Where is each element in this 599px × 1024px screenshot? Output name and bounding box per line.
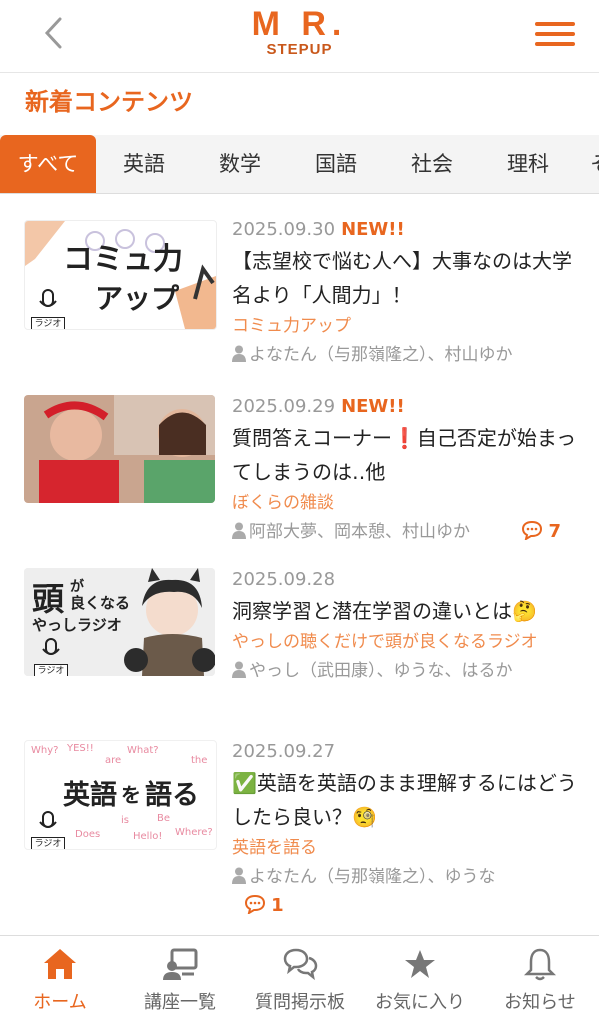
- person-icon: [232, 661, 246, 678]
- radio-badge: ラジオ: [31, 811, 65, 849]
- nav-label: 講座一覧: [144, 992, 216, 1013]
- bottom-navigation: ホーム 講座一覧 質問掲示板 お気に入り お知らせ: [0, 935, 599, 1024]
- thumbnail-word: Be: [157, 813, 171, 824]
- tab-other[interactable]: そ: [576, 135, 599, 193]
- content-list-item[interactable]: 2025.09.29 NEW!! 質問答えコーナー❗自己否定が始まってしまうのは‥…: [0, 395, 599, 555]
- content-info: 2025.09.28 洞察学習と潜在学習の違いとは🤔 やっしの聴くだけで頭が良く…: [232, 568, 577, 686]
- thumbnail-text: を: [121, 783, 141, 807]
- content-info: 2025.09.27 ✅英語を英語のまま理解するにはどうしたら良い？🧐 英語を語…: [232, 740, 577, 916]
- thumbnail-word: Why?: [31, 745, 59, 756]
- new-badge: NEW!!: [341, 219, 405, 240]
- thumbnail-word: Where?: [175, 827, 213, 838]
- nav-home[interactable]: ホーム: [0, 936, 120, 1024]
- radio-badge: ラジオ: [34, 638, 68, 676]
- nav-lecture-list[interactable]: 講座一覧: [120, 936, 240, 1024]
- tab-math[interactable]: 数学: [192, 135, 288, 193]
- content-category[interactable]: ぼくらの雑談: [232, 489, 577, 517]
- content-title[interactable]: 【志望校で悩む人へ】大事なのは大学名より「人間力」！: [232, 244, 577, 312]
- content-list-item[interactable]: Why? YES!! are What? the 英語 を 語る Does is…: [0, 740, 599, 916]
- content-title[interactable]: 質問答えコーナー❗自己否定が始まってしまうのは‥他: [232, 421, 577, 489]
- microphone-icon: [39, 289, 57, 307]
- person-icon: [232, 345, 246, 362]
- category-tabs: すべて 英語 数学 国語 社会 理科 そ: [0, 135, 599, 194]
- tab-english[interactable]: 英語: [96, 135, 192, 193]
- home-icon: [44, 949, 76, 979]
- content-thumbnail: コミュ力 アップ ラジオ: [24, 220, 217, 330]
- bell-icon: [523, 948, 557, 981]
- content-thumbnail: Why? YES!! are What? the 英語 を 語る Does is…: [24, 740, 217, 850]
- content-thumbnail: 頭 が 良くなる やっしラジオ ラジオ: [24, 568, 215, 676]
- content-category[interactable]: コミュ力アップ: [232, 312, 577, 340]
- nav-label: ホーム: [33, 992, 87, 1013]
- thumbnail-word: is: [121, 815, 129, 826]
- nav-favorites[interactable]: お気に入り: [360, 936, 480, 1024]
- comment-count[interactable]: 7: [521, 517, 561, 547]
- content-list-item[interactable]: 頭 が 良くなる やっしラジオ ラジオ 2025.09.28 洞察学習と潜在学習…: [0, 568, 599, 728]
- comment-count[interactable]: 1: [232, 894, 577, 916]
- thumbnail-text: 良くなる: [70, 594, 131, 612]
- microphone-icon: [39, 811, 57, 828]
- content-date: 2025.09.28: [232, 569, 336, 590]
- comment-icon: [244, 894, 266, 916]
- thumbnail-subtitle: やっしラジオ: [32, 616, 122, 634]
- hamburger-menu-button[interactable]: [535, 14, 575, 54]
- tab-science[interactable]: 理科: [480, 135, 576, 193]
- content-date: 2025.09.30 NEW!!: [232, 219, 405, 240]
- thumbnail-title: コミュ力: [63, 242, 183, 277]
- menu-bar: [535, 22, 575, 26]
- content-authors: よなたん（与那嶺隆之）、ゆうな: [232, 862, 577, 892]
- photo-thumbnail-art: [24, 395, 215, 503]
- thumbnail-word: are: [105, 755, 122, 766]
- content-authors: 阿部大夢、岡本憩、村山ゆか 7: [232, 517, 577, 547]
- person-icon: [232, 867, 246, 884]
- content-category[interactable]: 英語を語る: [232, 834, 577, 862]
- content-date: 2025.09.27: [232, 741, 336, 762]
- thumbnail-word: YES!!: [67, 743, 94, 754]
- app-logo[interactable]: M R. STEPUP: [0, 6, 599, 58]
- thumbnail-word: Does: [75, 829, 101, 840]
- person-icon: [232, 522, 246, 539]
- app-header: M R. STEPUP: [0, 0, 599, 73]
- nav-label: お知らせ: [504, 992, 576, 1013]
- thumbnail-word: Hello!: [133, 831, 163, 842]
- nav-notifications[interactable]: お知らせ: [480, 936, 599, 1024]
- content-thumbnail: [24, 395, 215, 503]
- thumbnail-word: the: [191, 755, 208, 766]
- menu-bar: [535, 32, 575, 36]
- thumbnail-title: 英語: [63, 780, 117, 811]
- menu-bar: [535, 42, 575, 46]
- thumbnail-subtitle: アップ: [95, 282, 180, 315]
- lecture-list-icon: [163, 948, 198, 980]
- question-board-icon: [283, 948, 318, 981]
- nav-question-board[interactable]: 質問掲示板: [240, 936, 360, 1024]
- content-authors: やっし（武田康）、ゆうな、はるか: [232, 656, 577, 686]
- nav-label: 質問掲示板: [255, 992, 345, 1013]
- content-category[interactable]: やっしの聴くだけで頭が良くなるラジオ: [232, 628, 577, 656]
- content-list-item[interactable]: コミュ力 アップ ラジオ 2025.09.30 NEW!! 【志望校で悩む人へ】大…: [0, 218, 599, 378]
- content-authors: よなたん（与那嶺隆之）、村山ゆか: [232, 340, 577, 370]
- nav-label: お気に入り: [375, 992, 465, 1013]
- logo-main-text: M R.: [251, 5, 348, 43]
- thumbnail-word: What?: [127, 745, 159, 756]
- star-icon: [405, 950, 435, 978]
- tab-japanese[interactable]: 国語: [288, 135, 384, 193]
- tab-social[interactable]: 社会: [384, 135, 480, 193]
- content-info: 2025.09.30 NEW!! 【志望校で悩む人へ】大事なのは大学名より「人間力…: [232, 218, 577, 370]
- content-title[interactable]: ✅英語を英語のまま理解するにはどうしたら良い？🧐: [232, 766, 577, 834]
- section-title: 新着コンテンツ: [25, 88, 193, 116]
- comment-icon: [522, 520, 543, 542]
- tab-all[interactable]: すべて: [0, 135, 96, 193]
- new-badge: NEW!!: [341, 396, 405, 417]
- content-date: 2025.09.29 NEW!!: [232, 396, 405, 417]
- content-title[interactable]: 洞察学習と潜在学習の違いとは🤔: [232, 594, 577, 628]
- content-info: 2025.09.29 NEW!! 質問答えコーナー❗自己否定が始まってしまうのは‥…: [232, 395, 577, 547]
- microphone-icon: [42, 638, 60, 655]
- radio-badge: ラジオ: [31, 289, 65, 329]
- thumbnail-subtitle: 語る: [145, 780, 199, 811]
- logo-sub-text: STEPUP: [266, 41, 333, 58]
